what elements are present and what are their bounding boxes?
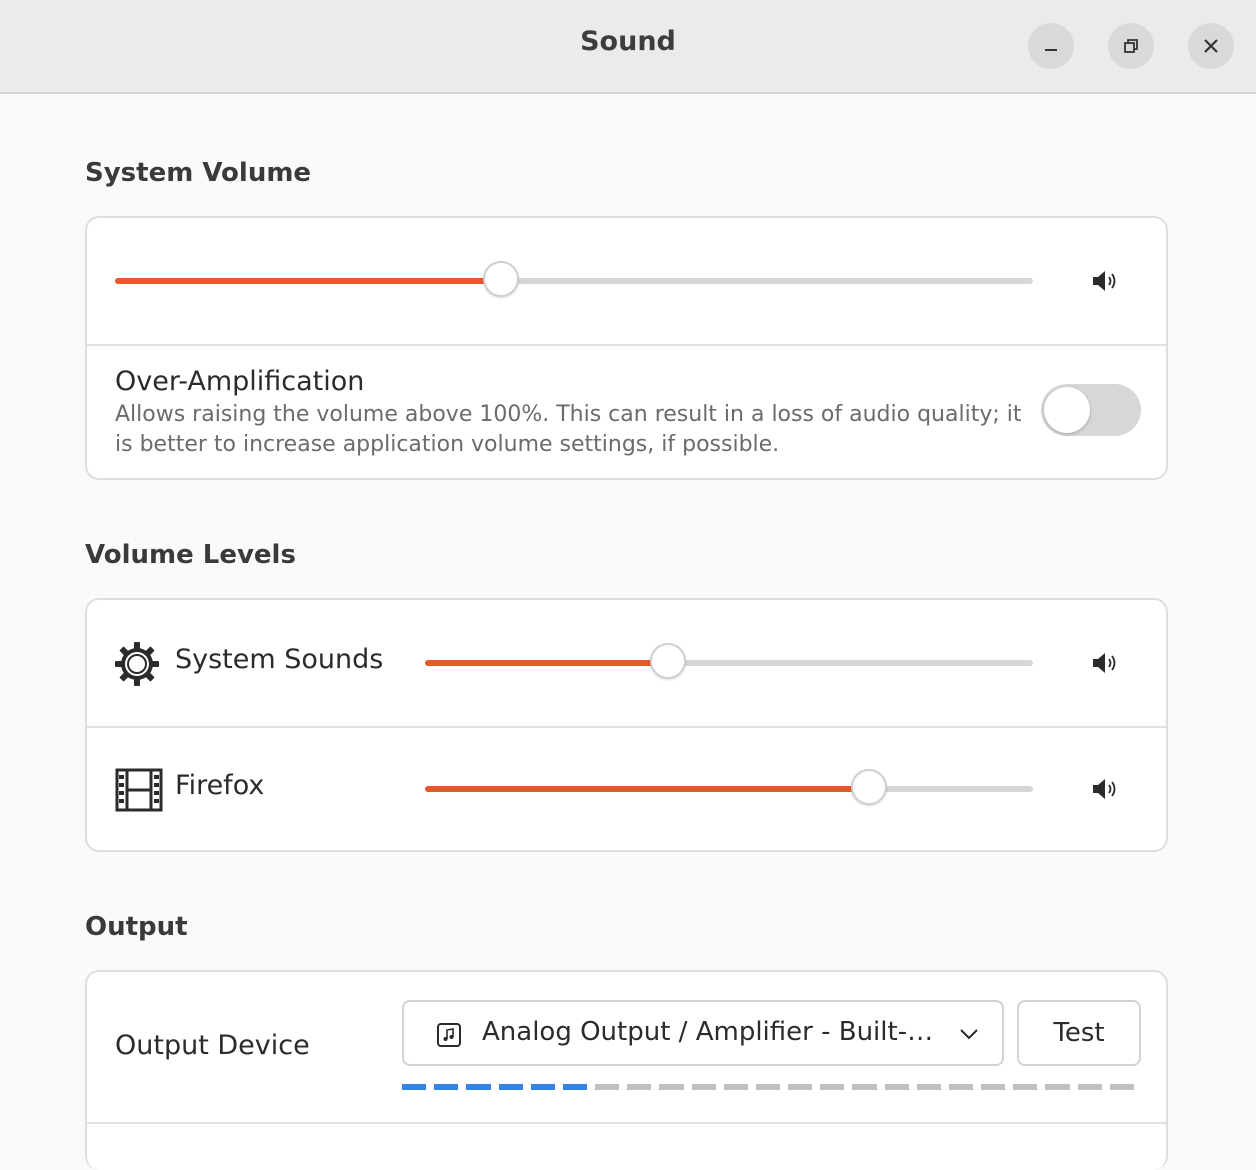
meter-segment — [788, 1084, 813, 1090]
meter-segment — [852, 1084, 877, 1090]
minimize-icon — [1045, 49, 1057, 51]
meter-segment — [1077, 1084, 1102, 1090]
meter-segment — [723, 1084, 748, 1090]
output-device-dropdown[interactable]: Analog Output / Amplifier - Built-… — [402, 1000, 1004, 1066]
system-volume-slider[interactable] — [115, 261, 1033, 297]
minimize-button[interactable] — [1028, 23, 1074, 69]
app-row-system-sounds: System Sounds — [87, 600, 1166, 728]
app-label-system-sounds: System Sounds — [175, 644, 384, 675]
meter-segment — [466, 1084, 491, 1090]
slider-handle[interactable] — [850, 769, 887, 805]
meter-segment — [820, 1084, 845, 1090]
output-heading: Output — [85, 912, 188, 942]
system-volume-heading: System Volume — [85, 158, 312, 188]
chevron-down-icon — [960, 1029, 978, 1040]
over-amplification-label: Over-Amplification — [115, 366, 365, 397]
meter-segment — [948, 1084, 974, 1090]
meter-segment — [595, 1084, 620, 1090]
system-sounds-volume-slider[interactable] — [425, 643, 1033, 679]
meter-segment — [981, 1084, 1006, 1090]
speaker-icon — [1093, 779, 1116, 799]
over-amplification-toggle[interactable] — [1041, 384, 1141, 436]
over-amplification-row: Over-Amplification Allows raising the vo… — [87, 344, 1166, 478]
slider-fill — [115, 278, 501, 284]
firefox-volume-slider[interactable] — [425, 769, 1033, 805]
system-volume-row — [87, 218, 1166, 346]
slider-fill — [425, 786, 869, 792]
slider-handle[interactable] — [482, 261, 519, 297]
output-device-label: Output Device — [115, 1030, 310, 1061]
volume-levels-heading: Volume Levels — [85, 540, 296, 570]
over-amplification-description-2: is better to increase application volume… — [115, 432, 780, 457]
speaker-icon — [1093, 653, 1116, 673]
app-label-firefox: Firefox — [175, 770, 265, 801]
meter-segment — [562, 1084, 588, 1090]
maximize-button[interactable] — [1108, 23, 1154, 69]
close-icon — [1204, 39, 1218, 53]
meter-segment — [402, 1084, 427, 1090]
app-row-firefox: Firefox — [87, 726, 1166, 850]
music-note-icon — [437, 1023, 461, 1047]
output-card: Output Device Analog Output / Amplifier … — [85, 970, 1168, 1170]
volume-levels-card: System Sounds Firefox — [85, 598, 1168, 852]
speaker-icon — [1093, 271, 1116, 291]
toggle-knob — [1044, 387, 1090, 433]
meter-segment — [627, 1084, 652, 1090]
meter-segment — [1109, 1084, 1134, 1090]
restore-icon — [1124, 39, 1138, 53]
output-device-row: Output Device Analog Output / Amplifier … — [87, 972, 1166, 1124]
meter-segment — [1045, 1084, 1070, 1090]
meter-segment — [659, 1084, 684, 1090]
slider-fill — [425, 660, 669, 666]
gear-icon — [115, 642, 159, 686]
meter-segment — [530, 1084, 555, 1090]
meter-segment — [916, 1084, 941, 1090]
slider-handle[interactable] — [650, 643, 687, 679]
meter-segment — [1013, 1084, 1038, 1090]
over-amplification-description-1: Allows raising the volume above 100%. Th… — [115, 402, 1022, 427]
close-button[interactable] — [1188, 23, 1234, 69]
meter-segment — [884, 1084, 909, 1090]
meter-segment — [434, 1084, 459, 1090]
test-button[interactable]: Test — [1017, 1000, 1141, 1066]
meter-segment — [755, 1084, 781, 1090]
output-level-meter — [402, 1084, 1142, 1090]
meter-segment — [691, 1084, 716, 1090]
output-device-value: Analog Output / Amplifier - Built-… — [482, 1017, 934, 1047]
meter-segment — [498, 1084, 523, 1090]
title-bar: Sound — [0, 0, 1256, 94]
system-volume-card: Over-Amplification Allows raising the vo… — [85, 216, 1168, 480]
film-icon — [115, 768, 163, 812]
